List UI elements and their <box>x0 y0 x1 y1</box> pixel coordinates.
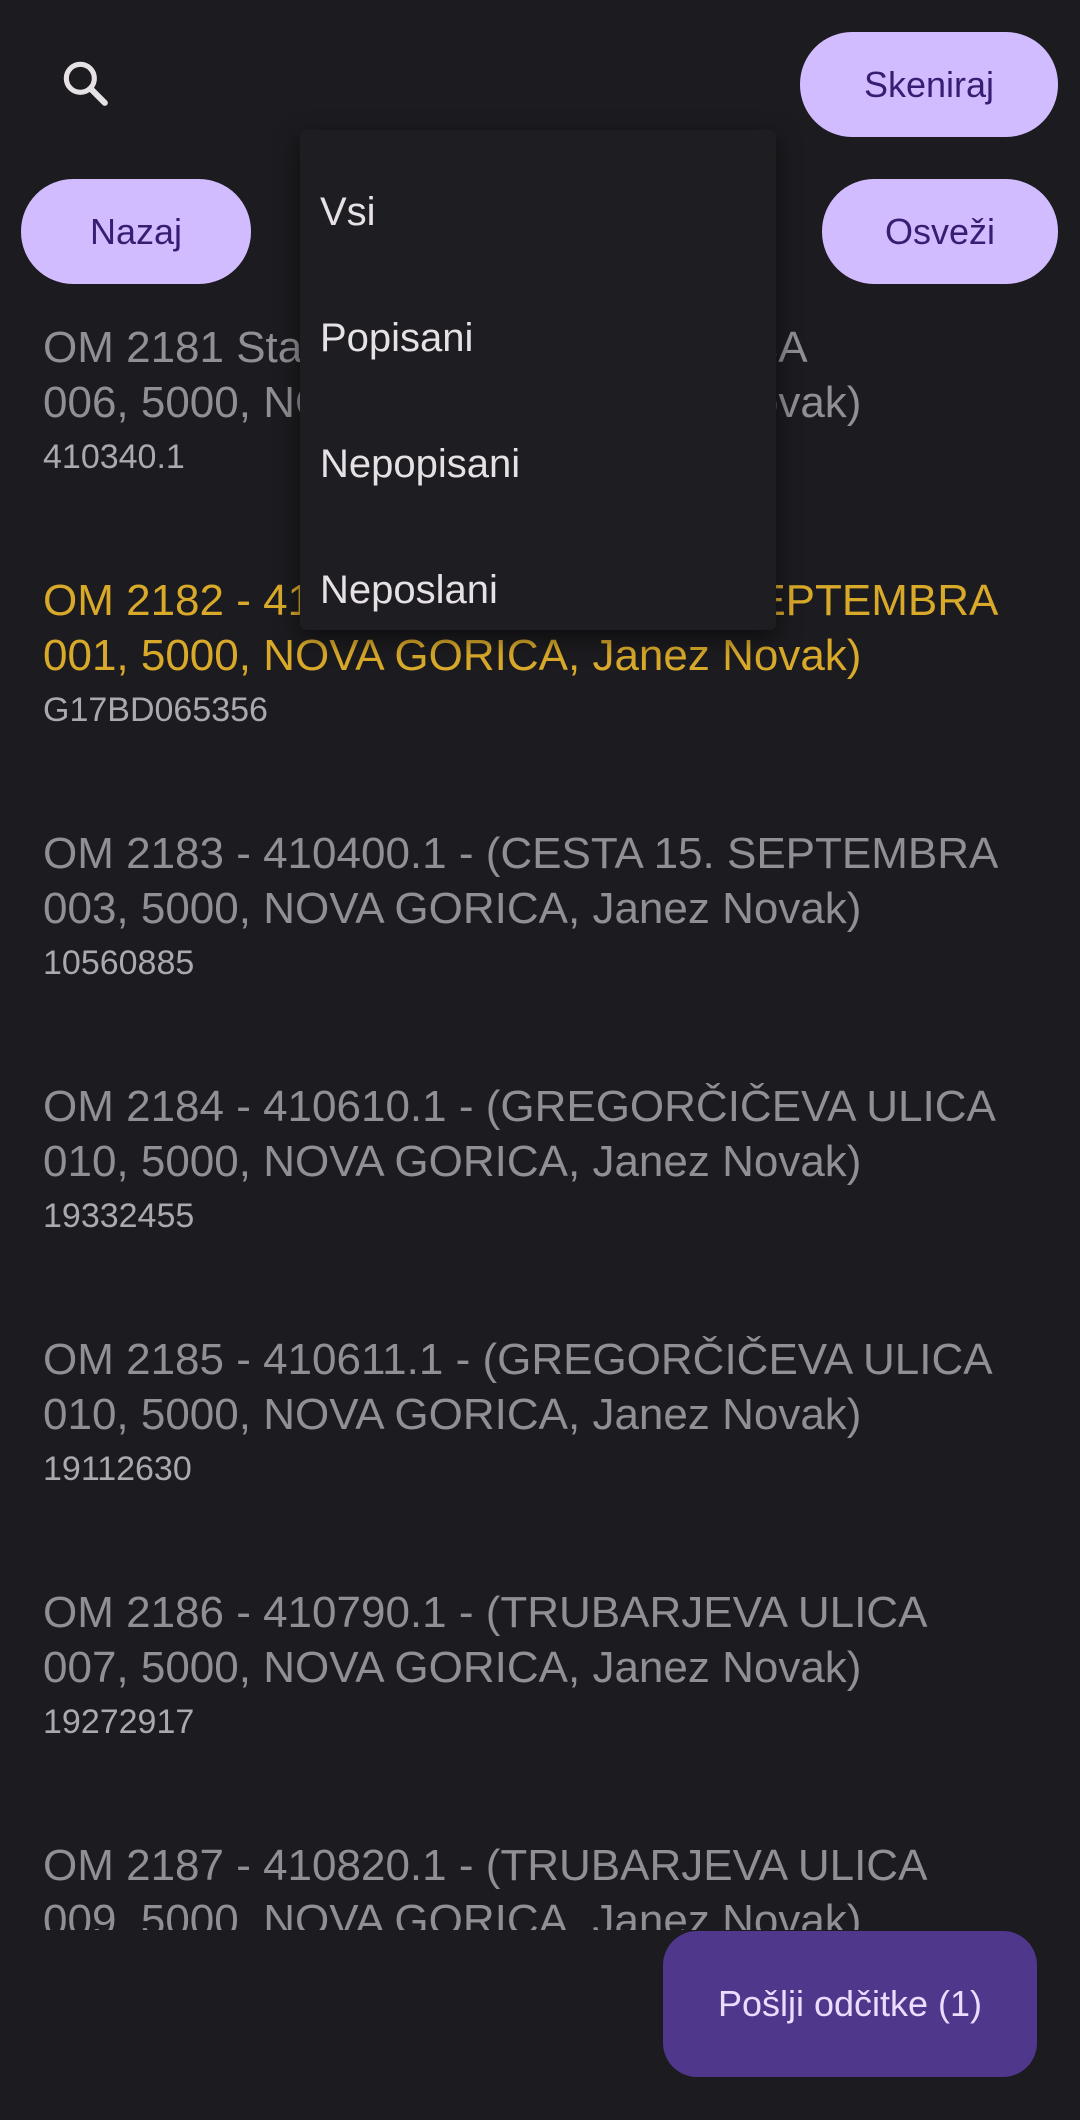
list-item-meter-number: G17BD065356 <box>43 691 268 729</box>
list-item-title: OM 2187 - 410820.1 - (TRUBARJEVA ULICA 0… <box>43 1841 928 1930</box>
menu-item-neposlani[interactable]: Neposlani <box>320 550 760 630</box>
list-item-title: OM 2183 - 410400.1 - (CESTA 15. SEPTEMBR… <box>43 829 999 933</box>
list-item[interactable]: OM 2186 - 410790.1 - (TRUBARJEVA ULICA 0… <box>43 1585 1043 1743</box>
scan-button[interactable]: Skeniraj <box>800 32 1058 137</box>
search-button[interactable] <box>40 40 130 130</box>
list-item[interactable]: OM 2187 - 410820.1 - (TRUBARJEVA ULICA 0… <box>43 1838 1043 1930</box>
menu-item-popisani[interactable]: Popisani <box>320 298 760 378</box>
list-item[interactable]: OM 2183 - 410400.1 - (CESTA 15. SEPTEMBR… <box>43 826 1043 984</box>
list-item-meter-number: 19272917 <box>43 1703 195 1741</box>
back-button[interactable]: Nazaj <box>21 179 251 284</box>
list-item[interactable]: OM 2184 - 410610.1 - (GREGORČIČEVA ULICA… <box>43 1079 1043 1237</box>
list-item-title: OM 2186 - 410790.1 - (TRUBARJEVA ULICA 0… <box>43 1588 928 1692</box>
app-screen: Skeniraj Nazaj Osveži OM 2181 Stanje mer… <box>0 0 1080 2120</box>
list-item-title: OM 2184 - 410610.1 - (GREGORČIČEVA ULICA… <box>43 1082 996 1186</box>
filter-dropdown-menu: Vsi Popisani Nepopisani Neposlani <box>300 130 776 630</box>
search-icon <box>57 55 113 116</box>
list-item-meter-number: 19112630 <box>43 1450 192 1488</box>
list-item-title: OM 2185 - 410611.1 - (GREGORČIČEVA ULICA… <box>43 1335 993 1439</box>
list-item[interactable]: OM 2185 - 410611.1 - (GREGORČIČEVA ULICA… <box>43 1332 1043 1490</box>
menu-item-nepopisani[interactable]: Nepopisani <box>320 424 760 504</box>
send-readings-button[interactable]: Pošlji odčitke (1) <box>663 1931 1037 2077</box>
menu-item-vsi[interactable]: Vsi <box>320 172 760 252</box>
refresh-button[interactable]: Osveži <box>822 179 1058 284</box>
list-item-meter-number: 19332455 <box>43 1197 195 1235</box>
list-item-meter-number: 10560885 <box>43 944 195 982</box>
